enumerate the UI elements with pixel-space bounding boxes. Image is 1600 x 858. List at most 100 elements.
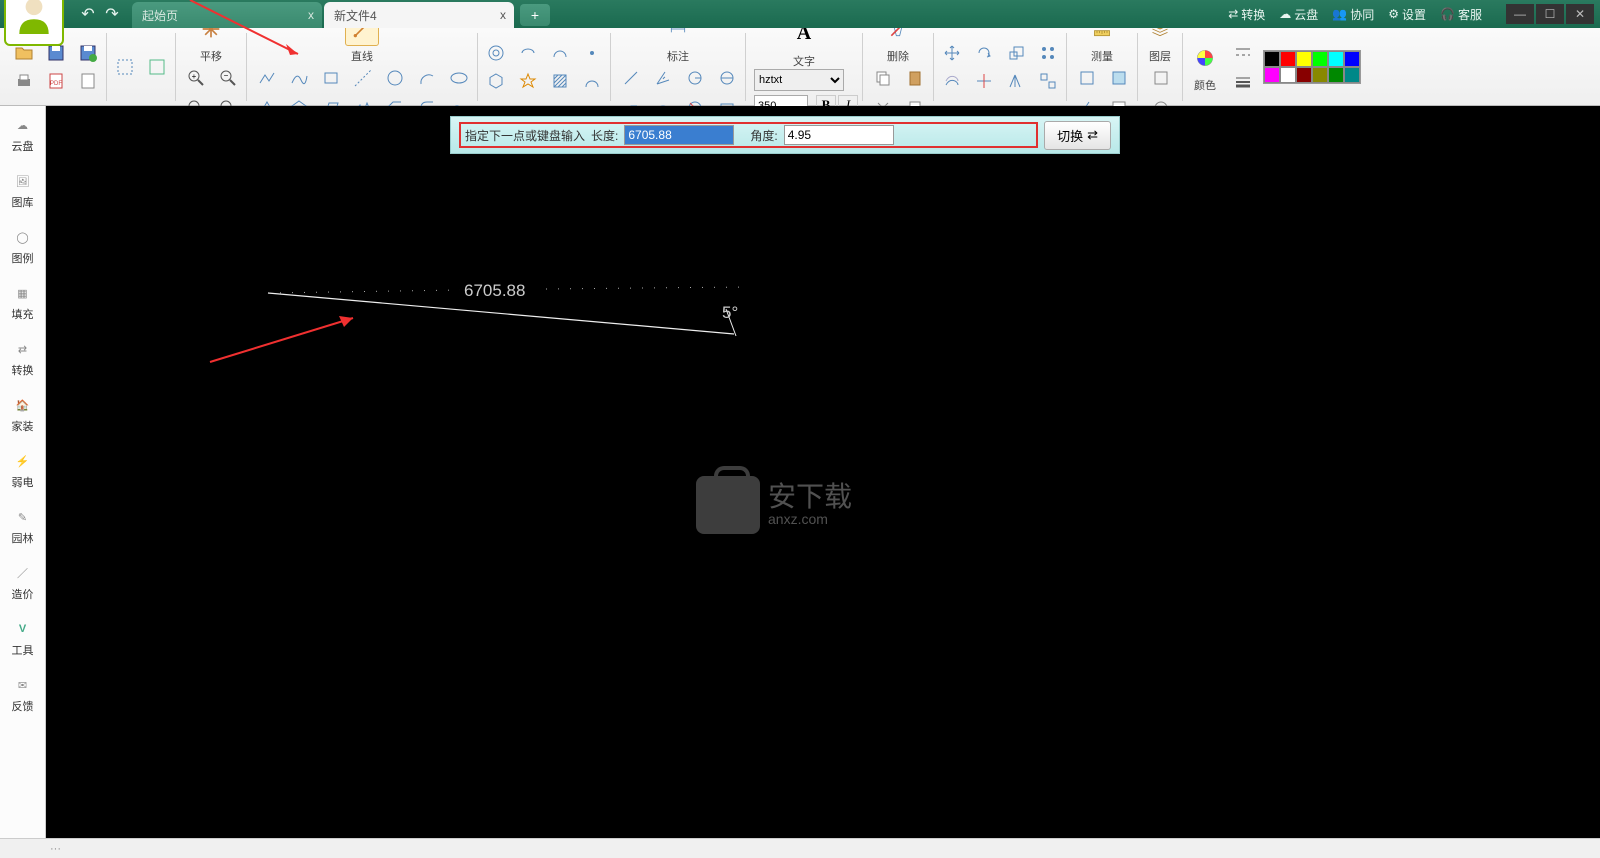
lineweight-button[interactable] bbox=[1229, 68, 1257, 96]
trim-button[interactable] bbox=[970, 67, 998, 95]
bolt-icon: ⚡ bbox=[12, 450, 34, 472]
angle-input[interactable] bbox=[784, 125, 894, 145]
redo-button[interactable]: ↷ bbox=[102, 4, 122, 24]
sidebar-convert[interactable]: ⇄转换 bbox=[0, 330, 45, 386]
print-button[interactable] bbox=[10, 67, 38, 95]
svg-text:−: − bbox=[224, 71, 229, 80]
star-button[interactable] bbox=[514, 67, 542, 95]
maximize-button[interactable]: ☐ bbox=[1536, 4, 1564, 24]
ellipse-arc-button[interactable] bbox=[514, 39, 542, 67]
font-select[interactable]: hztxt bbox=[754, 69, 844, 91]
zoom-out-button[interactable]: − bbox=[214, 64, 242, 92]
spline-button[interactable] bbox=[285, 64, 313, 92]
sidebar-garden[interactable]: ✎园林 bbox=[0, 498, 45, 554]
cloud-icon: ☁ bbox=[12, 114, 34, 136]
rotate-button[interactable] bbox=[970, 39, 998, 67]
paste-button[interactable] bbox=[901, 64, 929, 92]
scale-button[interactable] bbox=[1002, 39, 1030, 67]
donut-button[interactable] bbox=[482, 39, 510, 67]
link-support[interactable]: 🎧客服 bbox=[1440, 6, 1482, 23]
hatch-region-button[interactable] bbox=[546, 67, 574, 95]
layer-prop-button[interactable] bbox=[1147, 64, 1175, 92]
dim-diameter-button[interactable] bbox=[713, 64, 741, 92]
text-label: 文字 bbox=[793, 53, 815, 69]
gear-icon: ⚙ bbox=[1388, 7, 1399, 21]
delete-label: 删除 bbox=[887, 48, 909, 64]
close-icon[interactable]: x bbox=[308, 8, 314, 22]
user-avatar[interactable] bbox=[4, 0, 64, 46]
color-button[interactable] bbox=[1188, 41, 1222, 75]
tab-file[interactable]: 新文件4 x bbox=[324, 2, 514, 28]
legend-icon: ◯ bbox=[12, 226, 34, 248]
arc2-button[interactable] bbox=[546, 39, 574, 67]
select-crossing-button[interactable] bbox=[143, 53, 171, 81]
sidebar-tools[interactable]: V工具 bbox=[0, 610, 45, 666]
sidebar-hatch[interactable]: ▦填充 bbox=[0, 274, 45, 330]
boundary-button[interactable] bbox=[578, 67, 606, 95]
new-tab-button[interactable]: + bbox=[520, 4, 550, 26]
sidebar-legend[interactable]: ◯图例 bbox=[0, 218, 45, 274]
sidebar-electric[interactable]: ⚡弱电 bbox=[0, 442, 45, 498]
zoom-in-button[interactable]: + bbox=[182, 64, 210, 92]
sidebar-cloud[interactable]: ☁云盘 bbox=[0, 106, 45, 162]
watermark: 安下载 anxz.com bbox=[696, 476, 852, 534]
svg-text:PDF: PDF bbox=[50, 81, 62, 87]
color-palette[interactable] bbox=[1263, 50, 1361, 84]
convert-icon: ⇄ bbox=[1228, 7, 1238, 21]
ellipse-button[interactable] bbox=[445, 64, 473, 92]
dim-aligned-button[interactable] bbox=[617, 64, 645, 92]
home-icon: 🏠 bbox=[12, 394, 34, 416]
sidebar-gallery[interactable]: 🖼图库 bbox=[0, 162, 45, 218]
mirror-button[interactable] bbox=[1002, 67, 1030, 95]
angle-value: 5° bbox=[722, 303, 738, 323]
circle-button[interactable] bbox=[381, 64, 409, 92]
point-button[interactable] bbox=[578, 39, 606, 67]
close-button[interactable]: ✕ bbox=[1566, 4, 1594, 24]
sidebar-home[interactable]: 🏠家装 bbox=[0, 386, 45, 442]
len-label: 长度: bbox=[591, 127, 618, 144]
construction-line-button[interactable] bbox=[349, 64, 377, 92]
sidebar-feedback[interactable]: ✉反馈 bbox=[0, 666, 45, 722]
status-segment: ··· bbox=[50, 843, 61, 855]
arc-button[interactable] bbox=[413, 64, 441, 92]
convert-icon: ⇄ bbox=[12, 338, 34, 360]
minimize-button[interactable]: — bbox=[1506, 4, 1534, 24]
export-pdf-button[interactable]: PDF bbox=[42, 67, 70, 95]
align-button[interactable] bbox=[1034, 67, 1062, 95]
array-button[interactable] bbox=[1034, 39, 1062, 67]
linetype-button[interactable] bbox=[1229, 38, 1257, 66]
sidebar-cost[interactable]: ／造价 bbox=[0, 554, 45, 610]
length-input[interactable] bbox=[624, 125, 734, 145]
tab-label: 起始页 bbox=[142, 7, 178, 24]
prompt-text: 指定下一点或键盘输入 bbox=[465, 127, 585, 144]
close-icon[interactable]: x bbox=[500, 8, 506, 22]
switch-button[interactable]: 切换 bbox=[1044, 121, 1111, 150]
dim-angular-button[interactable] bbox=[649, 64, 677, 92]
svg-text:+: + bbox=[192, 72, 197, 81]
cloud-icon: ☁ bbox=[1279, 7, 1291, 21]
link-collab[interactable]: 👥协同 bbox=[1332, 6, 1374, 23]
link-settings[interactable]: ⚙设置 bbox=[1388, 6, 1426, 23]
move-button[interactable] bbox=[938, 39, 966, 67]
dim-radius-button[interactable] bbox=[681, 64, 709, 92]
polyline-button[interactable] bbox=[253, 64, 281, 92]
tab-start[interactable]: 起始页 x bbox=[132, 2, 322, 28]
collab-icon: 👥 bbox=[1332, 7, 1347, 21]
export-button[interactable] bbox=[74, 67, 102, 95]
color-label: 颜色 bbox=[1194, 77, 1216, 93]
hexagon-button[interactable] bbox=[482, 67, 510, 95]
select-window-button[interactable] bbox=[111, 53, 139, 81]
area-button[interactable] bbox=[1105, 64, 1133, 92]
command-bar: 指定下一点或键盘输入 长度: 角度: 切换 bbox=[450, 116, 1120, 154]
offset-button[interactable] bbox=[938, 67, 966, 95]
drawing-canvas[interactable]: 6705.88 5° 安下载 anxz.com bbox=[46, 106, 1600, 838]
rect-button[interactable] bbox=[317, 64, 345, 92]
pan-label: 平移 bbox=[200, 48, 222, 64]
v-icon: V bbox=[12, 618, 34, 640]
dist-button[interactable] bbox=[1073, 64, 1101, 92]
link-convert[interactable]: ⇄转换 bbox=[1228, 6, 1265, 23]
undo-button[interactable]: ↶ bbox=[78, 4, 98, 24]
saveas-button[interactable] bbox=[74, 39, 102, 67]
copy-button[interactable] bbox=[869, 64, 897, 92]
link-cloud[interactable]: ☁云盘 bbox=[1279, 6, 1318, 23]
